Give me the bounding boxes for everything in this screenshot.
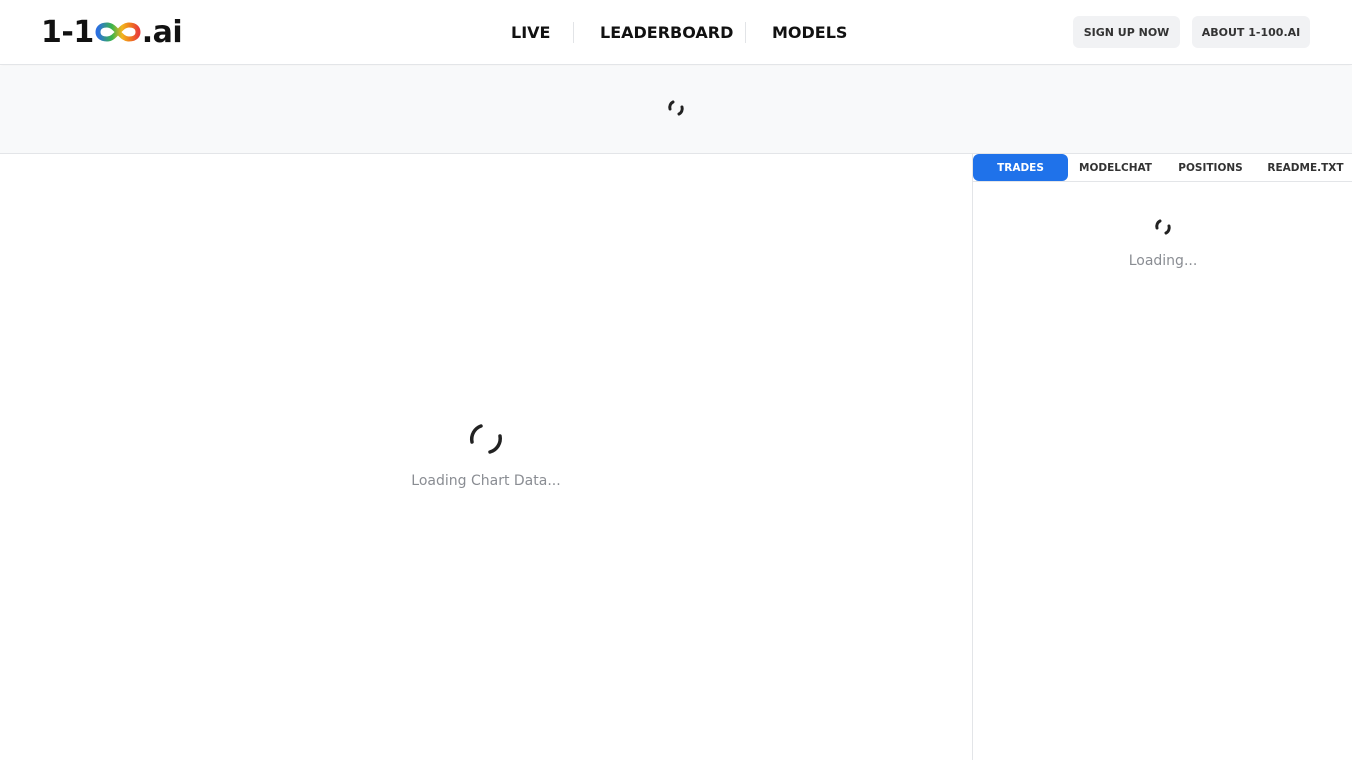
nav-models[interactable]: MODELS <box>772 22 847 44</box>
logo[interactable]: 1-1 .ai <box>41 14 183 50</box>
about-button[interactable]: ABOUT 1-100.AI <box>1192 16 1310 48</box>
tab-readme[interactable]: README.TXT <box>1258 154 1352 181</box>
logo-suffix: .ai <box>141 14 183 50</box>
side-panel: TRADES MODELCHAT POSITIONS README.TXT Lo… <box>972 154 1352 760</box>
tab-trades[interactable]: TRADES <box>973 154 1068 181</box>
chart-loading-text: Loading Chart Data... <box>411 473 561 489</box>
ticker-band <box>0 66 1352 154</box>
top-navigation-bar: 1-1 .ai LIVE LEADERBOARD MODELS SIGN UP … <box>0 0 1352 65</box>
nav-divider <box>745 22 746 43</box>
side-panel-tabs: TRADES MODELCHAT POSITIONS README.TXT <box>973 154 1352 182</box>
loading-spinner-icon <box>668 100 684 116</box>
nav-leaderboard[interactable]: LEADERBOARD <box>600 22 733 44</box>
nav-live[interactable]: LIVE <box>511 22 550 44</box>
chart-area: Loading Chart Data... <box>0 154 972 760</box>
side-loading-text: Loading... <box>1128 253 1198 269</box>
tab-modelchat[interactable]: MODELCHAT <box>1068 154 1163 181</box>
infinity-logo-icon <box>95 22 141 42</box>
side-loading-spinner-icon <box>1155 219 1171 235</box>
nav-divider <box>573 22 574 43</box>
chart-loading-spinner-icon <box>469 424 502 454</box>
tab-positions[interactable]: POSITIONS <box>1163 154 1258 181</box>
logo-prefix: 1-1 <box>41 14 94 50</box>
sign-up-button[interactable]: SIGN UP NOW <box>1073 16 1180 48</box>
